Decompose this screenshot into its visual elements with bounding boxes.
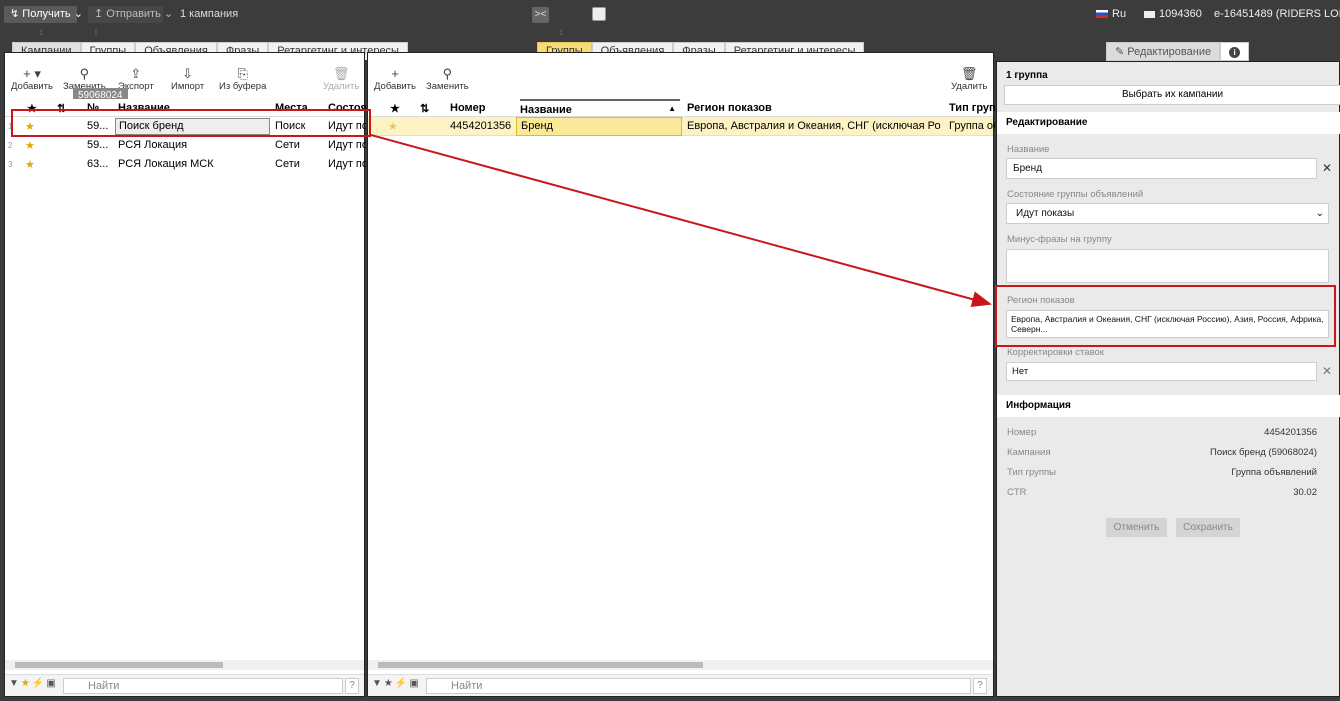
annotation-arrow	[370, 134, 992, 307]
